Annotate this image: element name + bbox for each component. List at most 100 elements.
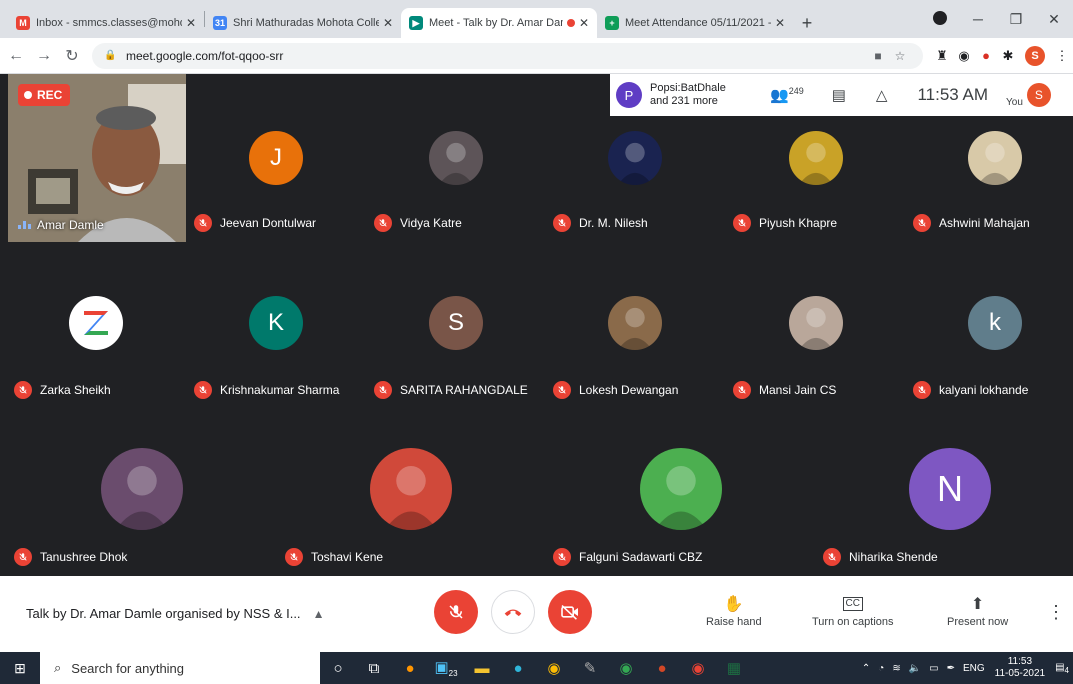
battery-icon[interactable]: ▭: [929, 663, 938, 674]
profile-photo: [798, 142, 834, 185]
close-icon[interactable]: ✕: [383, 16, 393, 30]
participant-avatar: K: [249, 296, 303, 350]
back-icon[interactable]: ←: [4, 47, 28, 65]
store-badge: 23: [448, 669, 458, 678]
app-icon[interactable]: ✎: [572, 659, 608, 677]
chrome-profile-icon[interactable]: ◉: [608, 659, 644, 677]
firefox-icon[interactable]: ●: [392, 660, 428, 677]
participant-name: Krishnakumar Sharma: [220, 383, 340, 397]
chrome-icon[interactable]: ◉: [536, 659, 572, 677]
meet-icon: ▶: [409, 16, 423, 30]
chrome-profile-icon[interactable]: ◉: [680, 659, 716, 677]
new-tab-button[interactable]: +: [793, 8, 821, 38]
participant-name: SARITA RAHANGDALE: [400, 383, 528, 397]
bookmark-star-icon[interactable]: ☆: [889, 49, 911, 63]
participant-avatar: [608, 296, 662, 350]
participant-name: Toshavi Kene: [311, 550, 384, 564]
restore-button[interactable]: ❐: [997, 11, 1035, 28]
close-window-button[interactable]: ✕: [1035, 11, 1073, 28]
activities-icon[interactable]: △: [876, 86, 888, 104]
captions-label: Turn on captions: [812, 616, 894, 628]
close-icon[interactable]: ✕: [775, 16, 785, 30]
more-options-icon[interactable]: ⋮: [1047, 602, 1065, 623]
store-icon[interactable]: ▣23: [428, 658, 464, 678]
puzzle-icon[interactable]: ✱: [997, 48, 1019, 64]
raise-hand-button[interactable]: ✋ Raise hand: [706, 594, 762, 628]
camera-toggle-button[interactable]: [548, 590, 592, 634]
taskbar-search[interactable]: ⌕ Search for anything: [40, 652, 320, 684]
language-indicator[interactable]: ENG: [963, 663, 985, 674]
people-icon[interactable]: 👥249: [770, 86, 804, 104]
close-icon[interactable]: ✕: [579, 16, 589, 30]
participant-name: Falguni Sadawarti CBZ: [579, 550, 703, 564]
people-count: 249: [788, 86, 804, 96]
powerpoint-icon[interactable]: ●: [644, 660, 680, 677]
chat-icon[interactable]: ▤: [832, 86, 846, 104]
presenter-avatar: P: [616, 82, 642, 108]
avatar-initial: k: [989, 309, 1001, 336]
pen-icon[interactable]: ✒: [947, 663, 955, 674]
network-icon[interactable]: ◔: [878, 663, 884, 674]
meeting-details-button[interactable]: Talk by Dr. Amar Damle organised by NSS …: [26, 606, 324, 621]
participant-avatar: [69, 296, 123, 350]
minimize-button[interactable]: ─: [959, 11, 997, 27]
search-placeholder: Search for anything: [71, 660, 185, 676]
address-bar[interactable]: 🔒 meet.google.com/fot-qqoo-srr ■ ☆: [92, 42, 923, 69]
profile-avatar[interactable]: S: [1025, 45, 1045, 66]
windows-start-icon[interactable]: ⊞: [0, 652, 40, 684]
captions-icon: CC: [842, 597, 863, 611]
captions-button[interactable]: CC Turn on captions: [812, 594, 894, 628]
raise-hand-label: Raise hand: [706, 616, 762, 628]
volume-icon[interactable]: 🔈: [909, 663, 921, 674]
participant-name: Ashwini Mahajan: [939, 216, 1030, 230]
clock-date[interactable]: 11:53 11-05-2021: [995, 656, 1045, 680]
edge-icon[interactable]: ●: [500, 660, 536, 677]
extension-icon[interactable]: ◉: [953, 48, 975, 64]
extension-icon[interactable]: ♜: [931, 48, 953, 64]
url-text: meet.google.com/fot-qqoo-srr: [126, 48, 284, 63]
participant-name-label: Jeevan Dontulwar: [194, 214, 316, 232]
tray-chevron-icon[interactable]: ⌃: [862, 663, 870, 674]
participant-name-label: Piyush Khapre: [733, 214, 837, 232]
participant-name: Niharika Shende: [849, 550, 938, 564]
close-icon[interactable]: ✕: [186, 16, 196, 30]
tab-attendance[interactable]: + Meet Attendance 05/11/2021 - C ✕: [597, 8, 793, 38]
main-video-tile[interactable]: REC Amar Damle: [8, 74, 186, 242]
you-label: You: [1006, 96, 1023, 108]
participant-name-label: Falguni Sadawarti CBZ: [553, 548, 702, 566]
task-view-icon[interactable]: ⧉: [356, 660, 392, 677]
profile-icon[interactable]: [921, 10, 959, 28]
participant-avatar: [640, 448, 722, 530]
excel-icon[interactable]: ▦: [716, 659, 752, 677]
participant-avatar: S: [429, 296, 483, 350]
wifi-icon[interactable]: ≋: [892, 663, 900, 674]
gmail-icon: M: [16, 16, 30, 30]
cortana-icon[interactable]: ○: [320, 660, 356, 677]
speaking-indicator-icon: [18, 221, 31, 229]
participant-name-label: Zarka Sheikh: [14, 381, 111, 399]
profile-photo: [438, 142, 474, 185]
camera-off-icon: [561, 605, 578, 620]
leave-call-button[interactable]: [491, 590, 535, 634]
mic-off-icon: [913, 214, 931, 232]
forward-icon[interactable]: →: [32, 47, 56, 65]
participant-name: Mansi Jain CS: [759, 383, 837, 397]
extension-icon[interactable]: ●: [975, 48, 997, 63]
present-now-button[interactable]: ⬆ Present now: [947, 594, 1008, 628]
file-explorer-icon[interactable]: ▬: [464, 660, 500, 677]
notification-count: 4: [1064, 665, 1069, 675]
participant-avatar: N: [909, 448, 991, 530]
presenting-text[interactable]: Popsi:BatDhale and 231 more: [650, 82, 750, 108]
camera-icon[interactable]: ■: [867, 49, 889, 63]
notifications-icon[interactable]: ▤4: [1055, 662, 1069, 675]
participant-avatar: J: [249, 131, 303, 185]
mic-off-icon: [194, 381, 212, 399]
presenting-line1: Popsi:BatDhale: [650, 82, 726, 94]
menu-dots-icon[interactable]: ⋮: [1051, 48, 1073, 64]
tab-meet[interactable]: ▶ Meet - Talk by Dr. Amar Dam ✕: [401, 8, 597, 38]
tab-college[interactable]: 31 Shri Mathuradas Mohota College ✕: [205, 8, 401, 38]
taskbar-time: 11:53: [1007, 656, 1033, 667]
reload-icon[interactable]: ↻: [60, 46, 84, 66]
mic-toggle-button[interactable]: [434, 590, 478, 634]
tab-inbox[interactable]: M Inbox - smmcs.classes@mohota ✕: [8, 8, 204, 38]
